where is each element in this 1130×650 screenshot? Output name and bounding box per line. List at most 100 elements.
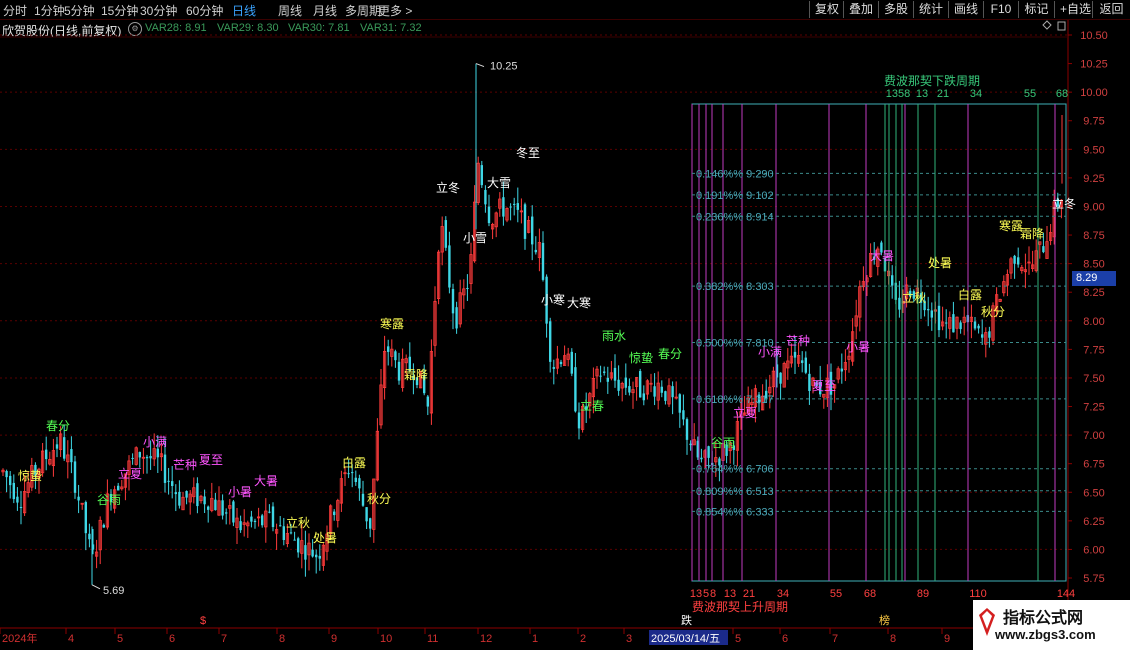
candle-body bbox=[779, 372, 782, 384]
candle-body bbox=[487, 206, 491, 224]
candle-body bbox=[207, 506, 210, 510]
current-date-label: 2025/03/14/五 bbox=[651, 633, 720, 645]
candle-body bbox=[642, 393, 645, 401]
solar-term-label: 霜降 bbox=[1020, 227, 1044, 241]
time-axis-label: 2024年 bbox=[2, 631, 37, 645]
candle-body bbox=[117, 485, 120, 491]
candle-body bbox=[513, 203, 516, 205]
candle-body bbox=[455, 307, 458, 329]
candle-body bbox=[9, 475, 12, 486]
solar-term-label: 夏至 bbox=[812, 379, 836, 393]
candle-body bbox=[624, 377, 627, 388]
fib-up-number: 5 bbox=[703, 588, 709, 600]
price-tick-label: 9.50 bbox=[1083, 144, 1104, 156]
candle-body bbox=[138, 452, 141, 458]
kline-chart[interactable]: 10.5010.2510.009.759.509.259.008.758.508… bbox=[0, 0, 1130, 650]
candle-body bbox=[304, 545, 307, 560]
fib-level-label: 0.236%% 8.914 bbox=[696, 211, 774, 223]
time-axis-label: 5 bbox=[117, 633, 123, 645]
solar-term-label: 芒种 bbox=[173, 457, 197, 472]
time-axis-label: 8 bbox=[890, 633, 896, 645]
candle-body bbox=[973, 321, 977, 329]
candle-body bbox=[131, 457, 134, 459]
candle-body bbox=[12, 482, 15, 500]
candle-body bbox=[311, 549, 314, 557]
fib-up-number: 144 bbox=[1057, 588, 1075, 600]
solar-term-label: 秋分 bbox=[367, 492, 391, 506]
candle-body bbox=[196, 483, 199, 507]
candle-body bbox=[250, 516, 253, 522]
time-axis-label: 9 bbox=[944, 633, 950, 645]
price-tick-label: 8.75 bbox=[1083, 230, 1104, 242]
price-tick-label: 9.75 bbox=[1083, 116, 1104, 128]
candle-body bbox=[282, 526, 285, 540]
watermark-logo-icon bbox=[979, 608, 995, 636]
fib-level-label: 0.854%% 6.333 bbox=[696, 506, 774, 518]
candle-body bbox=[685, 419, 689, 440]
time-axis-label: 6 bbox=[169, 633, 175, 645]
candle-body bbox=[599, 375, 602, 377]
time-axis-label: 3 bbox=[626, 633, 632, 645]
solar-term-label: 秋分 bbox=[981, 305, 1005, 319]
candle-body bbox=[5, 470, 8, 478]
solar-term-label: 大寒 bbox=[567, 295, 591, 310]
time-axis-label: 4 bbox=[68, 633, 74, 645]
solar-term-label: 大雪 bbox=[487, 176, 511, 190]
diamond-icon bbox=[1042, 20, 1052, 30]
high-price-label: 10.25 bbox=[490, 61, 518, 73]
fib-level-label: 0.764%% 6.706 bbox=[696, 464, 774, 476]
solar-term-label: 春分 bbox=[46, 419, 70, 433]
candle-body bbox=[678, 394, 681, 413]
candle-body bbox=[898, 297, 901, 310]
candle-body bbox=[315, 554, 318, 558]
candle-body bbox=[365, 507, 368, 522]
candle-body bbox=[77, 496, 80, 501]
solar-term-label: 谷雨 bbox=[711, 436, 735, 450]
fib-down-title: 费波那契下跌周期 bbox=[884, 73, 980, 88]
candle-body bbox=[1042, 246, 1045, 253]
candle-body bbox=[387, 346, 390, 352]
solar-term-label: 立冬 bbox=[1052, 196, 1076, 211]
candle-body bbox=[426, 396, 429, 407]
candle-body bbox=[1017, 257, 1020, 265]
solar-term-label: 夏至 bbox=[199, 453, 223, 467]
dollar-marker: $ bbox=[200, 615, 206, 627]
candle-body bbox=[178, 491, 181, 506]
candle-body bbox=[927, 309, 930, 311]
candle-body bbox=[448, 245, 451, 288]
solar-term-label: 立夏 bbox=[118, 466, 142, 481]
candle-body bbox=[801, 360, 804, 363]
fib-down-number: 55 bbox=[1024, 88, 1036, 100]
candle-body bbox=[102, 524, 105, 528]
time-axis-label: 12 bbox=[480, 633, 492, 645]
fib-up-number: 34 bbox=[777, 588, 789, 600]
candle-body bbox=[793, 351, 797, 358]
fib-up-number: 55 bbox=[830, 588, 842, 600]
price-tick-label: 10.50 bbox=[1080, 30, 1108, 42]
solar-term-label: 霜降 bbox=[404, 368, 428, 382]
fall-marker: 跌 bbox=[681, 613, 692, 627]
candle-body bbox=[977, 325, 980, 329]
solar-term-label: 处暑 bbox=[928, 256, 952, 270]
candle-body bbox=[480, 165, 483, 186]
solar-term-label: 芒种 bbox=[786, 333, 810, 348]
candle-body bbox=[221, 500, 224, 516]
price-tick-label: 6.50 bbox=[1083, 487, 1104, 499]
candle-body bbox=[232, 501, 235, 523]
candle-body bbox=[840, 368, 843, 372]
low-pointer bbox=[91, 584, 101, 590]
fib-up-number: 13 bbox=[724, 588, 736, 600]
candle-body bbox=[145, 456, 149, 459]
fib-down-number: 34 bbox=[970, 88, 982, 100]
price-tick-label: 9.25 bbox=[1083, 173, 1104, 185]
candle-body bbox=[318, 555, 321, 559]
candle-body bbox=[167, 480, 170, 482]
solar-term-label: 白露 bbox=[958, 287, 982, 302]
solar-term-label: 雨水 bbox=[602, 329, 626, 343]
price-tick-label: 6.25 bbox=[1083, 516, 1104, 528]
low-price-label: 5.69 bbox=[103, 585, 124, 597]
candle-body bbox=[930, 310, 933, 318]
candle-body bbox=[333, 511, 336, 516]
fib-up-title: 费波那契上升周期 bbox=[692, 600, 788, 614]
candle-body bbox=[203, 496, 206, 505]
